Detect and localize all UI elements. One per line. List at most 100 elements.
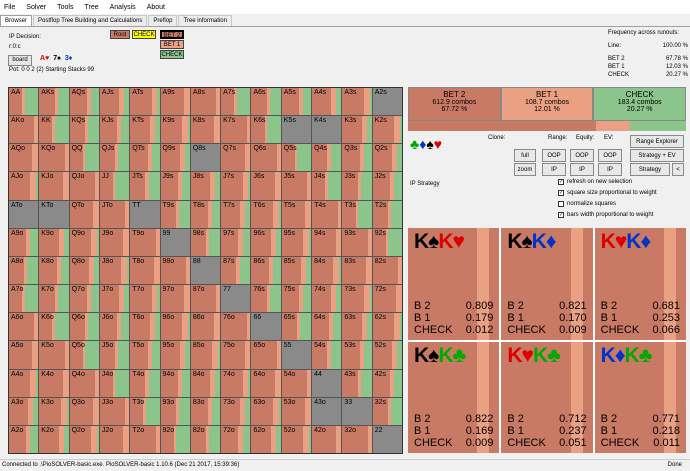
- menu-about[interactable]: About: [147, 4, 165, 11]
- hand-cell-Q2s[interactable]: Q2s: [372, 144, 402, 172]
- heart-icon[interactable]: ♥: [434, 136, 442, 152]
- hand-cell-65o[interactable]: 65o: [251, 341, 281, 369]
- hand-cell-92o[interactable]: 92o: [160, 425, 190, 453]
- hand-cell-Q9o[interactable]: Q9o: [69, 228, 99, 256]
- hand-cell-97s[interactable]: 97s: [221, 228, 251, 256]
- hand-cell-JTo[interactable]: JTo: [99, 200, 130, 228]
- hand-cell-KTo[interactable]: KTo: [39, 200, 69, 228]
- hand-cell-TT[interactable]: TT: [130, 200, 160, 228]
- hand-cell-T8o[interactable]: T8o: [130, 256, 160, 285]
- hand-cell-A3o[interactable]: A3o: [9, 397, 39, 425]
- hand-cell-KJo[interactable]: KJo: [39, 172, 69, 200]
- tree-node-bet1[interactable]: BET 1: [160, 40, 184, 49]
- hand-cell-J3s[interactable]: J3s: [342, 172, 372, 200]
- hand-cell-AQs[interactable]: AQs: [69, 88, 99, 116]
- checkbox-box[interactable]: ✓: [558, 190, 564, 196]
- hand-cell-AKs[interactable]: AKs: [39, 88, 69, 116]
- club-icon[interactable]: ♣: [410, 136, 419, 152]
- checkbox-normalize[interactable]: normalize squares: [558, 201, 616, 207]
- hand-cell-64o[interactable]: 64o: [251, 369, 281, 397]
- combo-tile[interactable]: K♥K♣ B 2 0.712 B 1 0.237 CHECK 0.051: [501, 341, 593, 453]
- hand-cell-QTs[interactable]: QTs: [130, 144, 160, 172]
- hand-cell-76s[interactable]: 76s: [251, 285, 281, 313]
- hand-cell-72o[interactable]: 72o: [221, 425, 251, 453]
- hand-cell-J6o[interactable]: J6o: [99, 313, 130, 341]
- hand-cell-T6s[interactable]: T6s: [251, 200, 281, 228]
- action-check[interactable]: CHECK 183.4 combos 20.27 %: [593, 87, 687, 121]
- hand-cell-JJ[interactable]: JJ: [99, 172, 130, 200]
- hand-cell-K6o[interactable]: K6o: [39, 313, 69, 341]
- hand-cell-43o[interactable]: 43o: [312, 397, 342, 425]
- hand-cell-96s[interactable]: 96s: [251, 228, 281, 256]
- hand-cell-A2o[interactable]: A2o: [9, 425, 39, 453]
- checkbox-square[interactable]: ✓ square size proportional to weight: [558, 190, 657, 196]
- hand-cell-K8s[interactable]: K8s: [190, 116, 221, 144]
- tab-browser[interactable]: Browser: [0, 15, 33, 26]
- hand-cell-Q6s[interactable]: Q6s: [251, 144, 281, 172]
- hand-cell-Q8s[interactable]: Q8s: [190, 144, 221, 172]
- hand-cell-KTs[interactable]: KTs: [130, 116, 160, 144]
- hand-cell-K7s[interactable]: K7s: [221, 116, 251, 144]
- hand-cell-55[interactable]: 55: [281, 341, 312, 369]
- hand-cell-K3s[interactable]: K3s: [342, 116, 372, 144]
- zoom-button[interactable]: zoom: [514, 163, 536, 176]
- menu-tools[interactable]: Tools: [57, 4, 73, 11]
- hand-cell-QTo[interactable]: QTo: [69, 200, 99, 228]
- hand-cell-K5s[interactable]: K5s: [281, 116, 312, 144]
- hand-cell-QJs[interactable]: QJs: [99, 144, 130, 172]
- menu-file[interactable]: File: [4, 4, 15, 11]
- hand-cell-T7s[interactable]: T7s: [221, 200, 251, 228]
- hand-cell-QQ[interactable]: QQ: [69, 144, 99, 172]
- hand-cell-74o[interactable]: 74o: [221, 369, 251, 397]
- menu-analysis[interactable]: Analysis: [110, 4, 136, 11]
- hand-cell-63o[interactable]: 63o: [251, 397, 281, 425]
- hand-cell-Q4s[interactable]: Q4s: [312, 144, 342, 172]
- hand-cell-K2s[interactable]: K2s: [372, 116, 402, 144]
- hand-cell-K8o[interactable]: K8o: [39, 256, 69, 285]
- hand-cell-K7o[interactable]: K7o: [39, 285, 69, 313]
- hand-cell-K6s[interactable]: K6s: [251, 116, 281, 144]
- hand-cell-Q5o[interactable]: Q5o: [69, 341, 99, 369]
- hand-cell-95o[interactable]: 95o: [160, 341, 190, 369]
- hand-cell-ATs[interactable]: ATs: [130, 88, 160, 116]
- hand-cell-93s[interactable]: 93s: [342, 228, 372, 256]
- hand-cell-T8s[interactable]: T8s: [190, 200, 221, 228]
- hand-cell-K3o[interactable]: K3o: [39, 397, 69, 425]
- hand-cell-T2s[interactable]: T2s: [372, 200, 402, 228]
- hand-cell-J2s[interactable]: J2s: [372, 172, 402, 200]
- combo-tile[interactable]: K♠K♦ B 2 0.821 B 1 0.170 CHECK 0.009: [501, 228, 593, 340]
- hand-cell-32s[interactable]: 32s: [372, 397, 402, 425]
- tab-preflop[interactable]: Preflop: [148, 15, 178, 26]
- hand-cell-33[interactable]: 33: [342, 397, 372, 425]
- hand-cell-T3s[interactable]: T3s: [342, 200, 372, 228]
- hand-cell-Q3s[interactable]: Q3s: [342, 144, 372, 172]
- hand-cell-T9o[interactable]: T9o: [130, 228, 160, 256]
- strategy-button[interactable]: Strategy: [630, 163, 670, 176]
- checkbox-bars[interactable]: ✓ bars width proportional to weight: [558, 212, 653, 218]
- hand-cell-A6o[interactable]: A6o: [9, 313, 39, 341]
- hand-cell-82s[interactable]: 82s: [372, 256, 402, 285]
- hand-cell-83o[interactable]: 83o: [190, 397, 221, 425]
- hand-cell-Q7o[interactable]: Q7o: [69, 285, 99, 313]
- hand-cell-A6s[interactable]: A6s: [251, 88, 281, 116]
- hand-cell-KJs[interactable]: KJs: [99, 116, 130, 144]
- hand-cell-A7s[interactable]: A7s: [221, 88, 251, 116]
- hand-cell-T4o[interactable]: T4o: [130, 369, 160, 397]
- hand-cell-A3s[interactable]: A3s: [342, 88, 372, 116]
- menu-tree[interactable]: Tree: [84, 4, 98, 11]
- hand-cell-42s[interactable]: 42s: [372, 369, 402, 397]
- hand-cell-KK[interactable]: KK: [39, 116, 69, 144]
- hand-cell-Q7s[interactable]: Q7s: [221, 144, 251, 172]
- checkbox-box[interactable]: ✓: [558, 212, 564, 218]
- tab-tree-information[interactable]: Tree information: [178, 15, 232, 26]
- hand-cell-K2o[interactable]: K2o: [39, 425, 69, 453]
- equity-ip-button[interactable]: IP: [570, 163, 594, 176]
- hand-cell-J8o[interactable]: J8o: [99, 256, 130, 285]
- hand-cell-43s[interactable]: 43s: [342, 369, 372, 397]
- spade-icon[interactable]: ♠: [426, 136, 433, 152]
- checkbox-box[interactable]: [558, 201, 564, 207]
- hand-cell-87o[interactable]: 87o: [190, 285, 221, 313]
- hand-cell-Q8o[interactable]: Q8o: [69, 256, 99, 285]
- combo-tile[interactable]: K♠K♥ B 2 0.809 B 1 0.179 CHECK 0.012: [408, 228, 500, 340]
- hand-cell-94o[interactable]: 94o: [160, 369, 190, 397]
